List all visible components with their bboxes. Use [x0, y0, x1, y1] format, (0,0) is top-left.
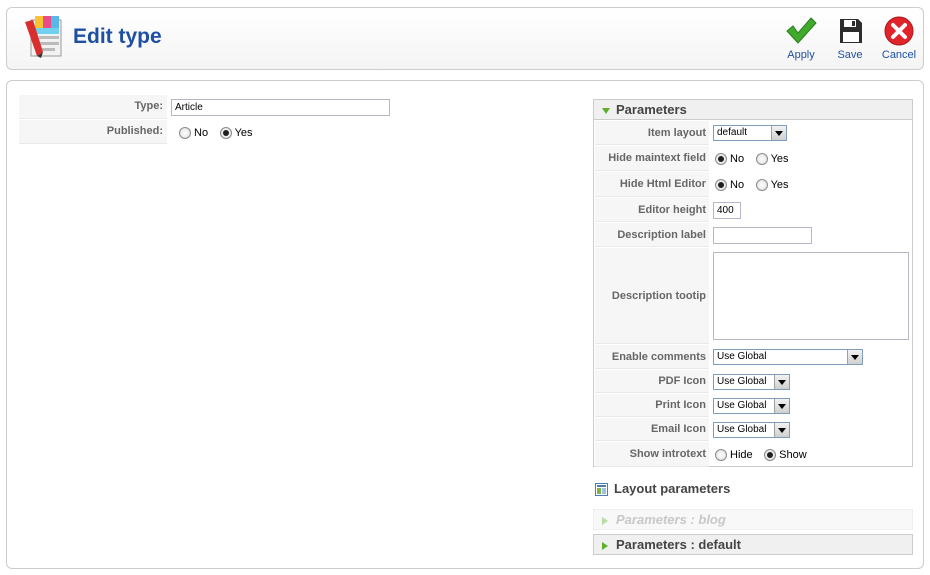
show-introtext-label: Show introtext [595, 442, 709, 467]
expanded-arrow-icon [602, 107, 610, 114]
page-title: Edit type [73, 25, 162, 48]
published-no-label: No [194, 126, 209, 139]
description-label-label: Description label [595, 223, 709, 247]
collapsed-arrow-icon [602, 541, 608, 550]
print-icon-value: Use Global [717, 399, 767, 411]
enable-comments-row: Enable comments Use Global [595, 345, 909, 369]
description-tooltip-textarea[interactable] [713, 252, 909, 340]
enable-comments-value: Use Global [717, 351, 767, 362]
item-layout-select[interactable]: default [713, 125, 787, 141]
parameters-default-title: Parameters : default [616, 537, 741, 552]
article-type-icon [25, 16, 62, 58]
item-layout-row: Item layout default [595, 121, 909, 145]
type-input[interactable] [171, 98, 390, 116]
hide-maintext-label: Hide maintext field [595, 146, 709, 171]
cancel-button[interactable]: Cancel [877, 15, 921, 67]
show-introtext-hide-radio[interactable] [715, 449, 727, 461]
apply-button[interactable]: Apply [779, 15, 823, 67]
print-icon-select[interactable]: Use Global [713, 397, 790, 414]
cancel-label: Cancel [881, 49, 917, 61]
published-row: Published: No Yes [19, 120, 390, 144]
description-label-row: Description label [595, 223, 909, 247]
enable-comments-label: Enable comments [595, 345, 709, 369]
email-icon-select[interactable]: Use Global [713, 421, 790, 438]
save-label: Save [837, 49, 863, 61]
hide-maintext-yes-radio[interactable] [755, 153, 768, 165]
hide-maintext-yes-label: Yes [770, 153, 789, 165]
details-form: Type: Published: No Yes [19, 94, 390, 145]
show-introtext-show-radio[interactable] [764, 449, 777, 461]
description-tooltip-label: Description tootip [595, 248, 709, 344]
hide-html-editor-no-label: No [730, 179, 745, 191]
show-introtext-show-label: Show [779, 449, 807, 461]
type-row: Type: [19, 95, 390, 119]
collapsed-arrow-icon [602, 516, 608, 525]
published-label: Published: [19, 120, 167, 144]
published-no-radio[interactable] [179, 126, 191, 139]
hide-html-editor-no-radio[interactable] [715, 179, 727, 191]
hide-html-editor-row: Hide Html Editor No Yes [595, 172, 909, 197]
parameters-blog-title: Parameters : blog [616, 512, 726, 527]
parameters-default-panel[interactable]: Parameters : default [593, 534, 913, 555]
enable-comments-select[interactable]: Use Global [713, 349, 863, 365]
hide-maintext-no-label: No [730, 153, 745, 165]
layout-icon [595, 483, 608, 497]
pdf-icon-label: PDF Icon [595, 370, 709, 393]
parameters-title: Parameters [616, 102, 687, 117]
parameters-header[interactable]: Parameters [594, 100, 912, 120]
type-label: Type: [19, 95, 167, 119]
dropdown-arrow-icon [774, 398, 789, 413]
editor-height-row: Editor height [595, 198, 909, 222]
item-layout-label: Item layout [595, 121, 709, 145]
dropdown-arrow-icon [774, 374, 789, 389]
hide-maintext-row: Hide maintext field No Yes [595, 146, 909, 171]
show-introtext-row: Show introtext Hide Show [595, 442, 909, 467]
save-button[interactable]: Save [828, 15, 872, 67]
main-content: Type: Published: No Yes Parameters Item … [6, 80, 924, 569]
checkmark-icon [786, 17, 817, 44]
dropdown-arrow-icon [771, 126, 786, 140]
print-icon-row: Print Icon Use Global [595, 394, 909, 417]
print-icon-label: Print Icon [595, 394, 709, 417]
description-label-input[interactable] [713, 226, 812, 244]
pdf-icon-value: Use Global [717, 375, 767, 387]
editor-height-label: Editor height [595, 198, 709, 222]
cancel-icon [884, 16, 914, 46]
dropdown-arrow-icon [774, 422, 789, 437]
email-icon-row: Email Icon Use Global [595, 418, 909, 441]
dropdown-arrow-icon [847, 350, 862, 364]
email-icon-value: Use Global [717, 423, 767, 435]
apply-label: Apply [787, 49, 815, 61]
published-yes-radio[interactable] [219, 126, 232, 139]
layout-parameters-title: Layout parameters [614, 481, 731, 496]
hide-maintext-no-radio[interactable] [715, 153, 727, 165]
item-layout-value: default [717, 127, 748, 138]
show-introtext-hide-label: Hide [730, 449, 753, 461]
editor-height-input[interactable] [713, 201, 741, 219]
hide-html-editor-yes-radio[interactable] [755, 179, 768, 191]
parameters-blog-panel[interactable]: Parameters : blog [593, 509, 913, 530]
parameters-table: Item layout default Hide maintext field … [595, 120, 909, 468]
parameters-panel: Parameters Item layout default Hide main… [593, 99, 913, 467]
hide-html-editor-yes-label: Yes [770, 179, 789, 191]
toolbar: Edit type Apply Save Cancel [6, 7, 924, 70]
layout-parameters-heading: Layout parameters [595, 481, 731, 497]
floppy-disk-icon [840, 19, 862, 43]
pdf-icon-row: PDF Icon Use Global [595, 370, 909, 393]
published-yes-label: Yes [234, 126, 253, 139]
hide-html-editor-label: Hide Html Editor [595, 172, 709, 197]
email-icon-label: Email Icon [595, 418, 709, 441]
description-tooltip-row: Description tootip [595, 248, 909, 344]
pdf-icon-select[interactable]: Use Global [713, 373, 790, 390]
